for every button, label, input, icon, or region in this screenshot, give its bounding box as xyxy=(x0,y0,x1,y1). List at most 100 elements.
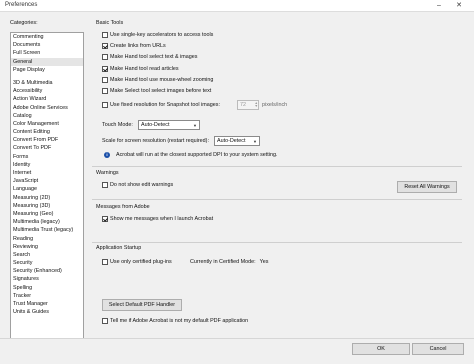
hand-read-checkbox[interactable] xyxy=(102,66,108,72)
chevron-down-icon: ▼ xyxy=(253,138,257,144)
window-title: Preferences xyxy=(5,2,38,8)
touch-mode-row: Touch Mode: Auto-Detect ▼ xyxy=(102,120,200,130)
category-item[interactable]: Reviewing xyxy=(11,243,83,251)
hand-read-row[interactable]: Make Hand tool read articles xyxy=(102,66,179,72)
scale-value: Auto-Detect xyxy=(217,138,246,144)
category-item[interactable]: Security (Enhanced) xyxy=(11,267,83,275)
create-links-label: Create links from URLs xyxy=(110,43,166,49)
category-item[interactable]: Accessibility xyxy=(11,87,83,95)
fixed-resolution-checkbox[interactable] xyxy=(102,102,108,108)
touch-mode-select[interactable]: Auto-Detect ▼ xyxy=(138,120,200,130)
category-item[interactable]: Identity xyxy=(11,161,83,169)
category-item[interactable]: Security xyxy=(11,259,83,267)
info-text: Acrobat will run at the closest supporte… xyxy=(116,152,278,158)
scale-select[interactable]: Auto-Detect ▼ xyxy=(214,136,260,146)
category-item[interactable]: Catalog xyxy=(11,112,83,120)
hand-select-checkbox[interactable] xyxy=(102,54,108,60)
default-pdf-handler-button[interactable]: Select Default PDF Handler xyxy=(102,299,182,311)
category-item[interactable]: Color Management xyxy=(11,120,83,128)
reset-warnings-button[interactable]: Reset All Warnings xyxy=(397,181,457,193)
category-item[interactable]: Measuring (3D) xyxy=(11,202,83,210)
category-item[interactable]: Page Display xyxy=(11,66,83,74)
category-item[interactable]: Convert From PDF xyxy=(11,136,83,144)
hand-wheel-checkbox[interactable] xyxy=(102,77,108,83)
dont-show-label: Do not show edit warnings xyxy=(110,182,174,188)
app-startup-title: Application Startup xyxy=(96,245,142,251)
resolution-spinbox[interactable]: 72 ▲ ▼ xyxy=(237,100,259,110)
category-item[interactable]: Signatures xyxy=(11,275,83,283)
categories-list[interactable]: Commenting Documents Full Screen General… xyxy=(10,32,84,342)
category-item[interactable]: JavaScript xyxy=(11,177,83,185)
category-item[interactable]: Forms xyxy=(11,153,83,161)
category-item[interactable]: Spelling xyxy=(11,284,83,292)
category-item[interactable]: Action Wizard xyxy=(11,95,83,103)
tell-me-label: Tell me if Adobe Acrobat is not my defau… xyxy=(110,318,249,324)
title-bar: Preferences – ✕ xyxy=(0,0,474,12)
category-item[interactable]: Units & Guides xyxy=(11,308,83,316)
fixed-resolution-row[interactable]: Use fixed resolution for Snapshot tool i… xyxy=(102,102,220,108)
category-item[interactable]: Commenting xyxy=(11,33,83,41)
resolution-value: 72 xyxy=(240,102,246,108)
hand-wheel-label: Make Hand tool use mouse-wheel zooming xyxy=(110,77,214,83)
select-images-label: Make Select tool select images before te… xyxy=(110,88,212,94)
category-item[interactable]: Multimedia Trust (legacy) xyxy=(11,226,83,234)
scale-label: Scale for screen resolution (restart req… xyxy=(102,138,209,144)
category-item[interactable]: Internet xyxy=(11,169,83,177)
chevron-down-icon: ▼ xyxy=(193,122,197,128)
cancel-button[interactable]: Cancel xyxy=(412,343,464,355)
select-images-checkbox[interactable] xyxy=(102,88,108,94)
divider xyxy=(92,166,462,167)
dont-show-row[interactable]: Do not show edit warnings xyxy=(102,182,173,188)
spinbox-arrows-icon[interactable]: ▲ ▼ xyxy=(255,101,258,109)
certified-plugins-row[interactable]: Use only certified plug-ins xyxy=(102,259,172,265)
show-messages-row[interactable]: Show me messages when I launch Acrobat xyxy=(102,216,213,222)
category-item-selected[interactable]: General xyxy=(11,57,83,66)
category-item[interactable]: Tracker xyxy=(11,292,83,300)
app-startup-group: Application Startup Use only certified p… xyxy=(92,245,462,335)
category-item[interactable]: Full Screen xyxy=(11,49,83,57)
dont-show-checkbox[interactable] xyxy=(102,182,108,188)
category-item[interactable]: Convert To PDF xyxy=(11,144,83,152)
ok-button[interactable]: OK xyxy=(352,343,410,355)
category-item[interactable]: Measuring (Geo) xyxy=(11,210,83,218)
category-item[interactable]: Reading xyxy=(11,235,83,243)
hand-read-label: Make Hand tool read articles xyxy=(110,66,179,72)
create-links-checkbox[interactable] xyxy=(102,43,108,49)
category-item[interactable]: Multimedia (legacy) xyxy=(11,218,83,226)
category-item[interactable]: Measuring (2D) xyxy=(11,194,83,202)
tell-me-row[interactable]: Tell me if Adobe Acrobat is not my defau… xyxy=(102,318,248,324)
category-item[interactable]: Content Editing xyxy=(11,128,83,136)
category-item[interactable]: Language xyxy=(11,185,83,193)
show-messages-checkbox[interactable] xyxy=(102,216,108,222)
info-row: i Acrobat will run at the closest suppor… xyxy=(104,152,278,158)
divider xyxy=(92,242,462,243)
info-icon: i xyxy=(104,152,110,158)
warnings-title: Warnings xyxy=(96,170,119,176)
certified-plugins-checkbox[interactable] xyxy=(102,259,108,265)
category-item[interactable]: Adobe Online Services xyxy=(11,104,83,112)
certified-mode-value: Yes xyxy=(259,259,269,265)
category-item[interactable]: Documents xyxy=(11,41,83,49)
create-links-row[interactable]: Create links from URLs xyxy=(102,43,166,49)
close-icon[interactable]: ✕ xyxy=(452,1,466,11)
hand-wheel-row[interactable]: Make Hand tool use mouse-wheel zooming xyxy=(102,77,213,83)
warnings-group: Warnings Do not show edit warnings Reset… xyxy=(92,170,462,200)
tell-me-checkbox[interactable] xyxy=(102,318,108,324)
footer-bar: OK Cancel xyxy=(0,338,474,364)
category-item[interactable]: 3D & Multimedia xyxy=(11,79,83,87)
single-key-checkbox[interactable] xyxy=(102,32,108,38)
categories-label: Categories: xyxy=(10,20,38,26)
categories-top-group: Commenting Documents Full Screen General… xyxy=(11,33,83,74)
select-images-row[interactable]: Make Select tool select images before te… xyxy=(102,88,211,94)
touch-mode-value: Auto-Detect xyxy=(141,122,170,128)
single-key-row[interactable]: Use single-key accelerators to access to… xyxy=(102,32,213,38)
category-item[interactable]: Trust Manager xyxy=(11,300,83,308)
minimize-icon[interactable]: – xyxy=(432,1,446,11)
divider xyxy=(92,199,462,200)
resolution-unit: pixels/inch xyxy=(262,102,288,108)
hand-select-row[interactable]: Make Hand tool select text & images xyxy=(102,54,198,60)
scale-row: Scale for screen resolution (restart req… xyxy=(102,136,260,146)
messages-title: Messages from Adobe xyxy=(96,204,150,210)
category-item[interactable]: Search xyxy=(11,251,83,259)
basic-tools-group: Basic Tools Use single-key accelerators … xyxy=(92,18,462,168)
